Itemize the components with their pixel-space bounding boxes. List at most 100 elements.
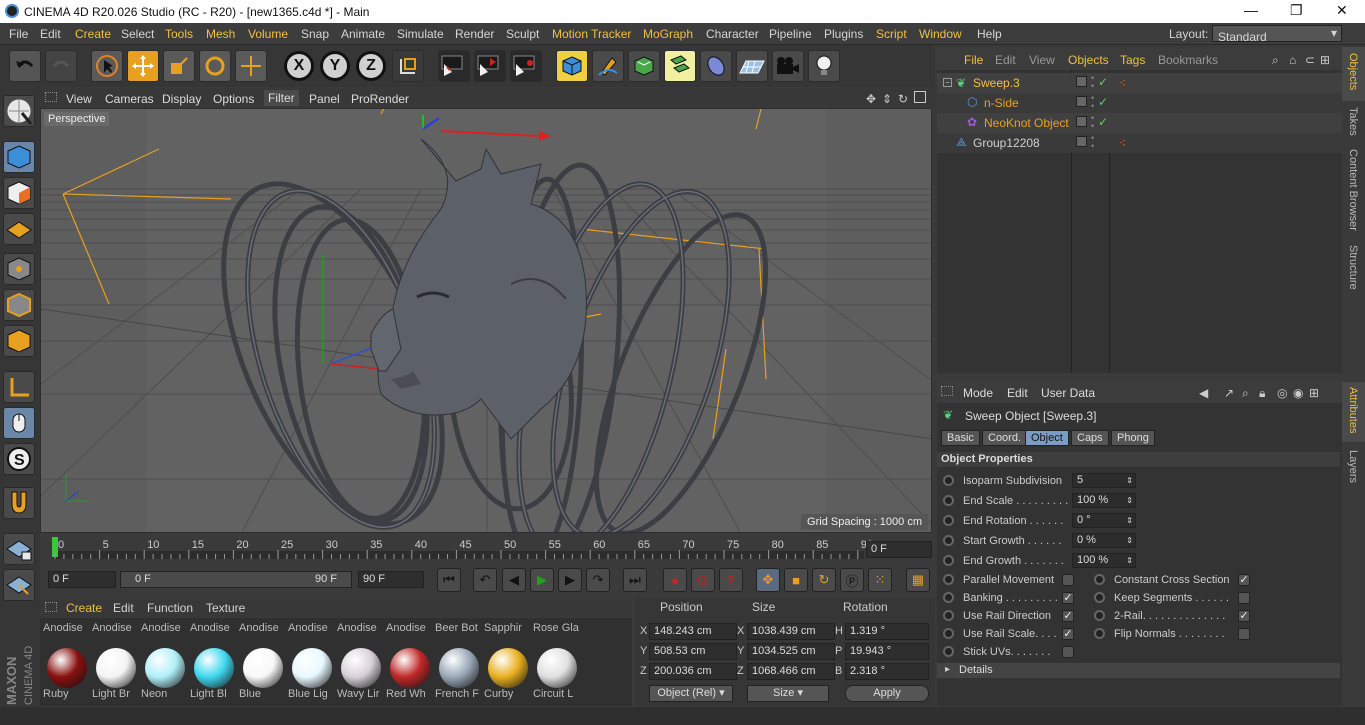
animate-radio-icon[interactable]: [1094, 610, 1105, 621]
live-selection-button[interactable]: [91, 50, 123, 82]
banking-checkbox[interactable]: ✓: [1062, 592, 1074, 604]
record-keys-button[interactable]: ●: [663, 568, 687, 592]
camera-button[interactable]: [772, 50, 804, 82]
cube-object-button[interactable]: [556, 50, 588, 82]
play-button[interactable]: ▶: [530, 568, 554, 592]
lock-icon[interactable]: 🔒︎: [1259, 386, 1265, 401]
material-tile[interactable]: Anodise: [288, 622, 335, 634]
animate-radio-icon[interactable]: [943, 515, 954, 526]
animate-radio-icon[interactable]: [943, 610, 954, 621]
menu-file[interactable]: File: [9, 27, 28, 41]
solo-button[interactable]: S: [3, 443, 35, 475]
rotation-b-field[interactable]: 2.318 °: [845, 663, 929, 680]
material-tile[interactable]: Anodise: [337, 622, 384, 634]
object-row-neoknot[interactable]: ✿ NeoKnot Object • • ✓: [937, 113, 1342, 133]
material-tile[interactable]: Anodise: [190, 622, 237, 634]
stepper-icon[interactable]: ⇕: [1126, 554, 1133, 567]
menu-mograph[interactable]: MoGraph: [643, 27, 693, 41]
menu-window[interactable]: Window: [919, 27, 962, 41]
material-tile[interactable]: Circuit L: [533, 646, 580, 700]
go-to-end-button[interactable]: ⏭: [623, 568, 647, 592]
tag-icon[interactable]: ⁖: [1119, 136, 1126, 150]
position-y-field[interactable]: 508.53 cm: [649, 643, 737, 660]
viewport-menu-display[interactable]: Display: [162, 92, 201, 106]
viewport-menu-cameras[interactable]: Cameras: [105, 92, 154, 106]
next-frame-button[interactable]: ▶: [558, 568, 582, 592]
rotation-h-field[interactable]: 1.319 °: [845, 623, 929, 640]
animate-radio-icon[interactable]: [943, 574, 954, 585]
attributes-menu-mode[interactable]: Mode: [963, 386, 993, 400]
start-growth-field[interactable]: 0 % ⇕: [1072, 533, 1136, 548]
layout-select[interactable]: Standard ▾: [1212, 25, 1342, 44]
material-tile[interactable]: Beer Bot: [435, 622, 482, 634]
material-tile[interactable]: Blue Lig: [288, 646, 335, 700]
material-tile[interactable]: Wavy Lir: [337, 646, 384, 700]
menu-help[interactable]: Help: [977, 27, 1002, 41]
redo-button[interactable]: [45, 50, 77, 82]
material-tile[interactable]: Blue: [239, 646, 286, 700]
menu-tools[interactable]: Tools: [165, 27, 193, 41]
visibility-dots-icon[interactable]: • •: [1091, 114, 1094, 131]
polygons-mode-button[interactable]: [3, 325, 35, 357]
previous-frame-button[interactable]: ◀: [502, 568, 526, 592]
planar-workplane-button[interactable]: [3, 569, 35, 601]
texture-mode-button[interactable]: [3, 177, 35, 209]
menu-mesh[interactable]: Mesh: [206, 27, 235, 41]
apply-button[interactable]: Apply: [845, 685, 929, 702]
search-icon[interactable]: ⌕: [1272, 53, 1279, 68]
y-axis-button[interactable]: Y: [320, 51, 350, 81]
layer-icon[interactable]: [1076, 136, 1087, 147]
details-section-header[interactable]: ▸ Details: [937, 663, 1340, 678]
frame-range-slider[interactable]: 0 F 90 F: [120, 571, 352, 588]
previous-key-button[interactable]: ↶: [473, 568, 497, 592]
layer-icon[interactable]: [1076, 96, 1087, 107]
material-menu-function[interactable]: Function: [147, 601, 193, 615]
animate-radio-icon[interactable]: [943, 646, 954, 657]
use-rail-direction-checkbox[interactable]: ✓: [1062, 610, 1074, 622]
snap-button[interactable]: [3, 487, 35, 519]
keep-segments-checkbox[interactable]: [1238, 592, 1250, 604]
animate-radio-icon[interactable]: [943, 592, 954, 603]
menu-script[interactable]: Script: [876, 27, 907, 41]
go-to-start-button[interactable]: ⏮: [437, 568, 461, 592]
size-z-field[interactable]: 1068.466 cm: [747, 663, 835, 680]
next-key-button[interactable]: ↷: [586, 568, 610, 592]
cloner-button[interactable]: [664, 50, 696, 82]
maximize-icon[interactable]: ❐: [1290, 2, 1303, 19]
back-arrow-icon[interactable]: ◀: [1199, 386, 1208, 400]
workplane-mode-button[interactable]: [3, 213, 35, 245]
tab-basic[interactable]: Basic: [941, 430, 980, 446]
tag-icon[interactable]: ⁖: [1119, 76, 1126, 90]
stepper-icon[interactable]: ⇕: [1126, 474, 1133, 487]
material-menu-texture[interactable]: Texture: [206, 601, 245, 615]
viewport-maximize-icon[interactable]: [914, 91, 926, 103]
viewport-3d[interactable]: Perspective Grid Spacing : 1000 cm: [40, 108, 932, 533]
material-tile[interactable]: Red Wh: [386, 646, 433, 700]
menu-render[interactable]: Render: [455, 27, 494, 41]
material-tile[interactable]: Ruby: [43, 646, 90, 700]
animate-radio-icon[interactable]: [943, 555, 954, 566]
material-tile[interactable]: Anodise: [92, 622, 139, 634]
isoparm-subdivision-field[interactable]: 5 ⇕: [1072, 473, 1136, 488]
object-row-sweep[interactable]: − ❦ Sweep.3 • • ✓ ⁖: [937, 73, 1342, 93]
x-axis-button[interactable]: X: [284, 51, 314, 81]
end-rotation-field[interactable]: 0 ° ⇕: [1072, 513, 1136, 528]
current-frame-field[interactable]: 0 F: [866, 541, 932, 558]
start-frame-field[interactable]: 0 F: [48, 571, 116, 588]
menu-snap[interactable]: Snap: [301, 27, 329, 41]
menu-simulate[interactable]: Simulate: [397, 27, 444, 41]
timeline-ruler[interactable]: 051015202530354045505560657075808590: [40, 535, 935, 565]
minimize-icon[interactable]: —: [1244, 2, 1258, 18]
search-icon[interactable]: ⌕: [1242, 386, 1249, 401]
transform-tool-button[interactable]: [235, 50, 267, 82]
material-tile[interactable]: Anodise: [43, 622, 90, 634]
home-icon[interactable]: ⌂: [1289, 53, 1296, 67]
menu-select[interactable]: Select: [121, 27, 154, 41]
visibility-dots-icon[interactable]: • •: [1091, 134, 1094, 151]
stepper-icon[interactable]: ⇕: [1126, 494, 1133, 507]
viewport-menu-filter[interactable]: Filter: [264, 90, 299, 106]
enabled-check-icon[interactable]: ✓: [1098, 115, 1108, 129]
render-to-picture-viewer-button[interactable]: [474, 50, 506, 82]
settings-icon[interactable]: ◉: [1293, 386, 1303, 400]
tab-phong[interactable]: Phong: [1111, 430, 1155, 446]
